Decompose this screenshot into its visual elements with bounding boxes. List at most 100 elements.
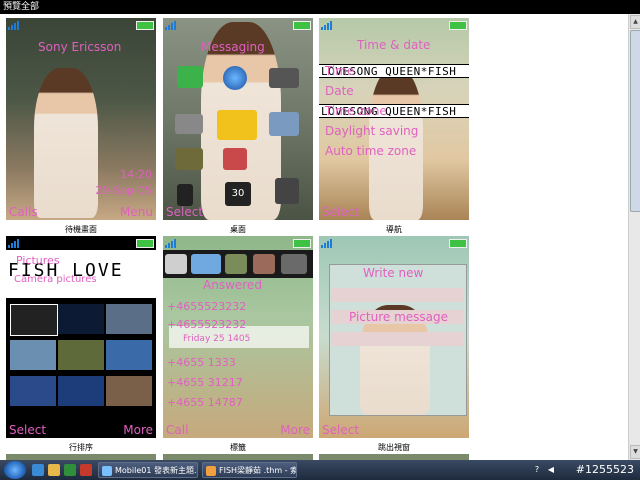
signal-icon bbox=[321, 238, 335, 248]
preview-tile-tabs[interactable]: Answered +4655523232 +4655523232 Friday … bbox=[163, 236, 313, 452]
start-button[interactable] bbox=[4, 461, 26, 479]
right-soft-key: More bbox=[280, 423, 310, 437]
preview-tile-desktop[interactable]: Messaging 30 Select 桌面 bbox=[163, 18, 313, 234]
folder-icon[interactable] bbox=[48, 464, 60, 476]
games-icon bbox=[269, 68, 299, 88]
preview-screen: Time & date LOVESONG QUEEN*FISH Time Dat… bbox=[319, 18, 469, 220]
thumbnail[interactable] bbox=[58, 304, 104, 334]
preview-screen: Messaging 30 Select bbox=[163, 18, 313, 220]
preview-tile-navigation[interactable]: Time & date LOVESONG QUEEN*FISH Time Dat… bbox=[319, 18, 469, 234]
preview-screen: Answered +4655523232 +4655523232 Friday … bbox=[163, 236, 313, 438]
menu-title: Pictures bbox=[16, 254, 60, 267]
left-soft-key: Select bbox=[9, 423, 47, 437]
status-bar bbox=[321, 20, 467, 30]
right-soft-key: More bbox=[123, 423, 153, 437]
help-icon[interactable]: ? bbox=[532, 465, 542, 475]
call-list-item[interactable]: +4655523232 bbox=[167, 318, 246, 331]
windows-taskbar: Mobile01 發表新主題... FISH梁靜茹 .thm - 索... ? … bbox=[0, 460, 640, 480]
tile-caption: 跳出視窗 bbox=[378, 443, 410, 452]
menu-item-time-zone[interactable]: Time zone bbox=[325, 104, 387, 118]
window-icon bbox=[102, 466, 112, 476]
system-tray: ? ◀ #1255523 bbox=[530, 460, 640, 480]
signal-icon bbox=[8, 20, 22, 30]
battery-icon bbox=[449, 239, 467, 248]
popup-title: Write new bbox=[363, 266, 424, 280]
scroll-down-arrow-icon[interactable]: ▼ bbox=[630, 445, 640, 459]
battery-icon bbox=[449, 21, 467, 30]
browser-icon[interactable] bbox=[80, 464, 92, 476]
taskbar-task[interactable]: FISH梁靜茹 .thm - 索... bbox=[202, 462, 297, 478]
thumbnail[interactable] bbox=[106, 304, 152, 334]
battery-icon bbox=[293, 239, 311, 248]
scroll-up-arrow-icon[interactable]: ▲ bbox=[630, 15, 640, 29]
calendar-icon: 30 bbox=[225, 182, 251, 206]
call-list-item[interactable]: +4655 31217 bbox=[167, 376, 243, 389]
show-desktop-icon[interactable] bbox=[32, 464, 44, 476]
media-icon bbox=[269, 112, 299, 136]
call-list-item[interactable]: +4655523232 bbox=[167, 300, 246, 313]
popup-row[interactable] bbox=[331, 332, 463, 346]
clock-text: #1255523 bbox=[575, 463, 634, 476]
camera-icon bbox=[175, 114, 203, 134]
tile-caption: 桌面 bbox=[230, 225, 246, 234]
settings-icon bbox=[275, 178, 299, 204]
thumbnail[interactable] bbox=[106, 340, 152, 370]
tab-icon[interactable] bbox=[165, 254, 187, 274]
popup-row[interactable] bbox=[331, 288, 463, 302]
clock-date: 29-Sep-05 bbox=[95, 184, 152, 197]
signal-icon bbox=[165, 20, 179, 30]
taskbar-task[interactable]: Mobile01 發表新主題... bbox=[98, 462, 198, 478]
tab-title: Answered bbox=[203, 278, 262, 292]
status-bar bbox=[8, 20, 154, 30]
signal-icon bbox=[8, 238, 22, 248]
thumbnail[interactable] bbox=[106, 376, 152, 406]
left-soft-key: Select bbox=[322, 205, 360, 219]
left-soft-key: Select bbox=[166, 205, 204, 219]
preview-tile-standby[interactable]: Sony Ericsson 14:20 29-Sep-05 Calls Menu… bbox=[6, 18, 156, 234]
tile-caption: 標籤 bbox=[230, 443, 246, 452]
left-soft-key: Call bbox=[166, 423, 189, 437]
file-manager-icon bbox=[175, 148, 203, 170]
menu-item-auto-time-zone[interactable]: Auto time zone bbox=[325, 144, 416, 158]
tile-caption: 導航 bbox=[386, 225, 402, 234]
vertical-scrollbar[interactable]: ▲ ▼ bbox=[628, 14, 640, 460]
call-list-item[interactable]: +4655 1333 bbox=[167, 356, 236, 369]
menu-item-date[interactable]: Date bbox=[325, 84, 354, 98]
tab-icon-selected[interactable] bbox=[191, 254, 221, 274]
status-bar bbox=[8, 238, 154, 248]
volume-icon[interactable]: ◀ bbox=[546, 465, 556, 475]
menu-title: Messaging bbox=[201, 40, 265, 54]
task-label: Mobile01 發表新主題... bbox=[115, 466, 198, 475]
call-list-item[interactable]: +4655 14787 bbox=[167, 396, 243, 409]
signal-icon bbox=[321, 20, 335, 30]
thumbnail[interactable] bbox=[58, 340, 104, 370]
globe-icon bbox=[223, 66, 247, 90]
window-title: 預覽全部 bbox=[0, 0, 640, 14]
tab-icon[interactable] bbox=[253, 254, 275, 274]
popup-item-picture-message[interactable]: Picture message bbox=[349, 310, 448, 324]
phone-icon bbox=[177, 184, 193, 206]
right-soft-key: Menu bbox=[120, 205, 153, 219]
status-bar bbox=[321, 238, 467, 248]
operator-name: Sony Ericsson bbox=[38, 40, 122, 54]
task-label: FISH梁靜茹 .thm - 索... bbox=[219, 466, 296, 475]
media-player-icon[interactable] bbox=[64, 464, 76, 476]
preview-screen: Sony Ericsson 14:20 29-Sep-05 Calls Menu bbox=[6, 18, 156, 220]
thumbnail[interactable] bbox=[58, 376, 104, 406]
scroll-thumb[interactable] bbox=[630, 30, 640, 212]
call-list-detail: Friday 25 1405 bbox=[183, 334, 251, 344]
tile-caption: 待機畫面 bbox=[65, 225, 97, 234]
tab-icon[interactable] bbox=[225, 254, 247, 274]
preview-tile-popup[interactable]: Write new Picture message Select 跳出視窗 bbox=[319, 236, 469, 452]
tab-icon[interactable] bbox=[281, 254, 307, 274]
thumbnail[interactable] bbox=[10, 376, 56, 406]
thumbnail[interactable] bbox=[10, 340, 56, 370]
status-bar bbox=[165, 238, 311, 248]
menu-item-daylight-saving[interactable]: Daylight saving bbox=[325, 124, 418, 138]
menu-item-time[interactable]: Time bbox=[325, 64, 354, 78]
wallpaper-photo bbox=[34, 68, 98, 218]
signal-icon bbox=[165, 238, 179, 248]
preview-tile-pictures[interactable]: FISH LOVE Pictures Camera pictures Selec… bbox=[6, 236, 156, 452]
thumbnail-selected[interactable] bbox=[10, 304, 58, 336]
messaging-icon bbox=[217, 110, 257, 140]
